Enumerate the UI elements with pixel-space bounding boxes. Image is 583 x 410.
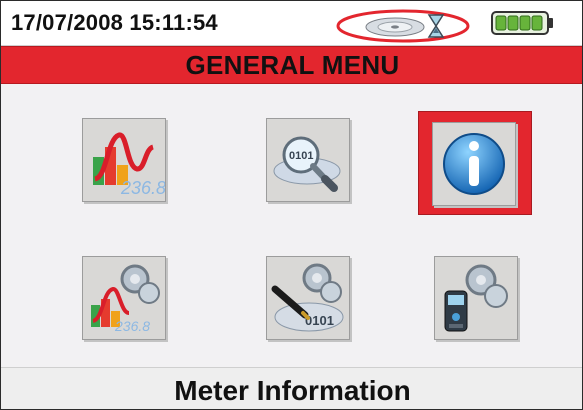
- svg-text:0101: 0101: [305, 313, 334, 328]
- cd-recording-icon: [365, 17, 425, 37]
- recording-indicator: [336, 9, 470, 43]
- device-screen: 17/07/2008 15:11:54 GENERAL MENU 236.8 0…: [0, 0, 583, 410]
- information-icon: [443, 133, 505, 195]
- chart-measurement-icon: 236.8: [93, 132, 165, 198]
- menu-item-data-analysis[interactable]: 0101: [266, 118, 350, 202]
- datetime-display: 17/07/2008 15:11:54: [11, 10, 218, 35]
- menu-item-analyzer-settings[interactable]: 236.8: [82, 256, 166, 340]
- data-write-settings-icon: 0101: [271, 263, 344, 332]
- menu-item-record-settings[interactable]: 0101: [266, 256, 350, 340]
- hourglass-icon: [427, 14, 445, 38]
- svg-text:236.8: 236.8: [114, 318, 150, 334]
- meter-settings-icon: [444, 264, 508, 332]
- binary-data-search-icon: 0101: [273, 136, 341, 192]
- svg-text:0101: 0101: [289, 150, 313, 162]
- menu-titlebar: GENERAL MENU: [1, 46, 582, 84]
- menu-item-measurements[interactable]: 236.8: [82, 118, 166, 202]
- chart-settings-icon: 236.8: [91, 264, 160, 334]
- menu-item-meter-information[interactable]: [432, 122, 516, 206]
- battery-icon: [491, 11, 553, 35]
- selected-item-label: Meter Information: [174, 375, 411, 406]
- svg-text:236.8: 236.8: [120, 178, 165, 198]
- menu-title: GENERAL MENU: [185, 50, 400, 80]
- footer-bar: Meter Information: [1, 367, 582, 409]
- status-bar: 17/07/2008 15:11:54: [1, 1, 582, 46]
- menu-item-meter-settings[interactable]: [434, 256, 518, 340]
